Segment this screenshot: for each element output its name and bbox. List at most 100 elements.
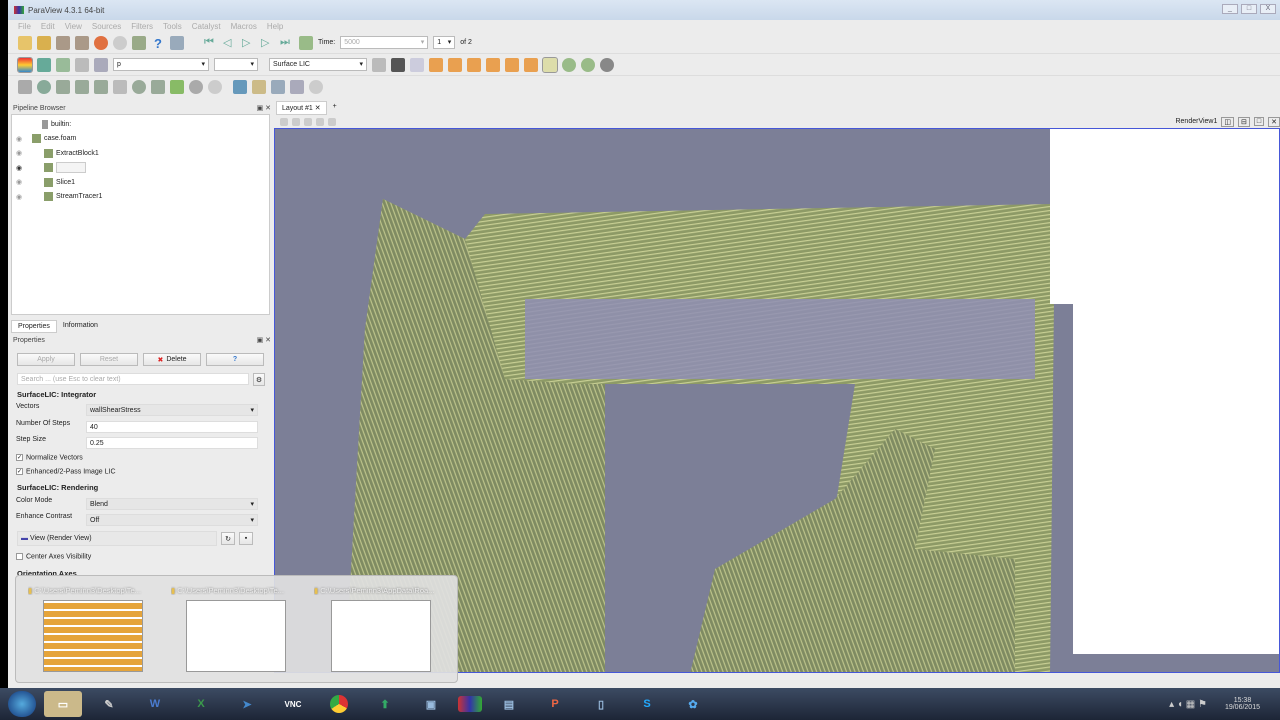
find-data-icon[interactable]	[170, 35, 184, 50]
view-tool-icon[interactable]	[304, 117, 312, 126]
stepsize-input[interactable]: 0.25	[86, 437, 258, 449]
component-select[interactable]	[214, 58, 258, 71]
float-close-icon[interactable]: ▣ ✕	[257, 336, 271, 344]
rename-input[interactable]	[56, 162, 86, 174]
probe-icon[interactable]	[271, 80, 285, 94]
eye-icon[interactable]: ◉	[16, 149, 22, 157]
plot-over-line-icon[interactable]	[290, 80, 304, 94]
excel-icon[interactable]: X	[182, 691, 220, 717]
time-input[interactable]: 5000	[340, 36, 429, 49]
view-plus-y-icon[interactable]	[467, 57, 481, 72]
menu-sources[interactable]: Sources	[92, 22, 121, 31]
color-array-select[interactable]: p	[113, 58, 209, 71]
app-icon[interactable]: ➤	[228, 691, 266, 717]
thumbnail-title[interactable]: ▮ C:\Users\Peminn3\Desktop\Te...	[28, 586, 158, 595]
open-folder-icon[interactable]	[37, 35, 51, 50]
tab-properties[interactable]: Properties	[11, 320, 57, 333]
view-minus-z-icon[interactable]	[524, 57, 538, 72]
maximize-view-icon[interactable]: □	[1253, 117, 1265, 126]
view-plus-x-icon[interactable]	[429, 57, 443, 72]
rotate-90-ccw-icon[interactable]	[581, 57, 595, 72]
explorer-icon[interactable]: ▭	[44, 691, 82, 717]
pipeline-item-slice1[interactable]: ◉ Slice1	[12, 175, 269, 190]
app-icon[interactable]: ▤	[490, 691, 528, 717]
notepad-icon[interactable]: ▯	[582, 691, 620, 717]
previous-frame-icon[interactable]: ◁	[223, 36, 237, 50]
view-refresh-icon[interactable]: ↻	[221, 532, 235, 545]
timestep-spinbox[interactable]: 1	[433, 36, 456, 49]
help-button[interactable]: ?	[206, 353, 264, 366]
pipeline-item-extractblock1[interactable]: ◉ ExtractBlock1	[12, 146, 269, 161]
center-axes-checkbox[interactable]: Center Axes Visibility	[16, 553, 91, 560]
skype-icon[interactable]: S	[628, 691, 666, 717]
menu-macros[interactable]: Macros	[231, 22, 257, 31]
app-icon[interactable]: ✿	[674, 691, 712, 717]
split-horizontal-icon[interactable]: ◫	[1221, 116, 1235, 127]
reset-camera-icon[interactable]	[372, 57, 386, 72]
capture-icon[interactable]	[600, 57, 614, 72]
first-frame-icon[interactable]: ⏮	[204, 36, 218, 50]
menu-edit[interactable]: Edit	[41, 22, 55, 31]
view-minus-x-icon[interactable]	[448, 57, 462, 72]
next-frame-icon[interactable]: ▷	[261, 36, 275, 50]
search-input[interactable]: Search ... (use Esc to clear text)	[17, 373, 249, 385]
loop-icon[interactable]	[299, 35, 313, 50]
menu-help[interactable]: Help	[267, 22, 283, 31]
eye-icon[interactable]: ◉	[16, 193, 22, 201]
thumbnail-title[interactable]: ▮ C:\Users\Peminn3\AppData\Roa...	[314, 586, 444, 595]
delete-button[interactable]: ✖ Delete	[143, 353, 201, 366]
word-icon[interactable]: W	[136, 691, 174, 717]
slice-icon[interactable]	[75, 80, 89, 94]
enhanced-checkbox[interactable]: ✓ Enhanced/2-Pass Image LIC	[16, 468, 116, 475]
representation-select[interactable]: Surface LIC	[269, 58, 367, 71]
paraview-taskbar-icon[interactable]	[458, 696, 482, 712]
thumbnail-preview-1[interactable]	[43, 600, 143, 672]
open-icon[interactable]	[18, 35, 32, 50]
add-layout-button[interactable]: +	[327, 101, 343, 115]
rescale-visible-icon[interactable]	[94, 57, 108, 72]
connect-icon[interactable]	[132, 35, 146, 50]
stream-tracer-icon[interactable]	[151, 80, 165, 94]
reset-button[interactable]: Reset	[80, 353, 138, 366]
edit-colormap-icon[interactable]	[37, 57, 51, 72]
clip-icon[interactable]	[56, 80, 70, 94]
menu-file[interactable]: File	[18, 22, 31, 31]
view-tool-icon[interactable]	[292, 117, 300, 126]
start-button[interactable]	[8, 691, 36, 717]
eye-icon[interactable]: ◉	[16, 164, 22, 172]
pipeline-item-builtin[interactable]: builtin:	[12, 117, 269, 132]
extract-level-icon[interactable]	[208, 80, 222, 94]
app-icon[interactable]: ▣	[412, 691, 450, 717]
view-tool-icon[interactable]	[280, 117, 288, 126]
contour-icon[interactable]	[37, 80, 51, 94]
settings-icon[interactable]	[309, 80, 323, 94]
menu-catalyst[interactable]: Catalyst	[192, 22, 221, 31]
split-vertical-icon[interactable]: ⊟	[1238, 116, 1250, 127]
view-plus-z-icon[interactable]	[505, 57, 519, 72]
float-close-icon[interactable]: ▣ ✕	[257, 104, 271, 112]
eye-icon[interactable]: ◉	[16, 178, 22, 186]
steps-input[interactable]: 40	[86, 421, 258, 433]
normalize-checkbox[interactable]: ✓ Normalize Vectors	[16, 454, 83, 461]
view-minus-y-icon[interactable]	[486, 57, 500, 72]
load-state-icon[interactable]	[56, 35, 70, 50]
tab-information[interactable]: Information	[57, 320, 104, 333]
thumbnail-title[interactable]: ▮ C:\Users\Peminn3\Desktop\Te...	[171, 586, 301, 595]
view-tool-icon[interactable]	[316, 117, 324, 126]
chrome-icon[interactable]	[320, 691, 358, 717]
vectors-select[interactable]: wallShearStress	[86, 404, 258, 416]
rotate-center-icon[interactable]	[410, 57, 424, 72]
apply-button[interactable]: Apply	[17, 353, 75, 366]
glyph-icon[interactable]	[132, 80, 146, 94]
save-state-icon[interactable]	[75, 35, 89, 50]
pipeline-item-renaming[interactable]: ◉	[12, 161, 269, 176]
paint-icon[interactable]: ✎	[90, 691, 128, 717]
close-button[interactable]: X	[1260, 4, 1276, 14]
pipeline-item-case-foam[interactable]: ◉ case.foam	[12, 132, 269, 147]
tray-icons[interactable]: ▴ ◖ ▦ ⚑	[1169, 699, 1207, 710]
rotate-90-cw-icon[interactable]	[562, 57, 576, 72]
color-legend-icon[interactable]	[17, 56, 33, 73]
rescale-custom-icon[interactable]	[75, 57, 89, 72]
selection-icon[interactable]	[233, 80, 247, 94]
last-frame-icon[interactable]: ⏭	[280, 36, 294, 50]
